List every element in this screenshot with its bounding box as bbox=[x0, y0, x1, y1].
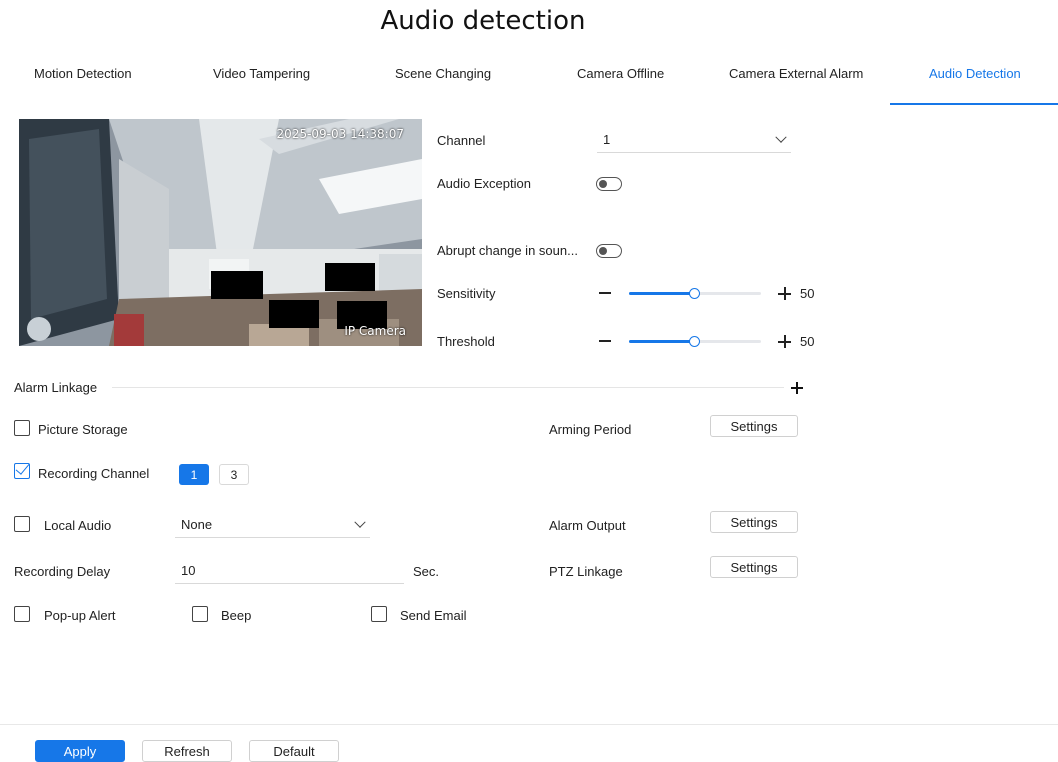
threshold-decrease-button[interactable] bbox=[599, 340, 611, 342]
default-button[interactable]: Default bbox=[249, 740, 339, 762]
sensitivity-decrease-button[interactable] bbox=[599, 292, 611, 294]
ptz-linkage-settings-button[interactable]: Settings bbox=[710, 556, 798, 578]
refresh-button[interactable]: Refresh bbox=[142, 740, 232, 762]
osd-camera-name: IP Camera bbox=[344, 324, 406, 338]
alarm-output-settings-button[interactable]: Settings bbox=[710, 511, 798, 533]
threshold-increase-button[interactable] bbox=[778, 335, 791, 348]
alarm-linkage-title: Alarm Linkage bbox=[14, 380, 98, 395]
recording-channel-chip-1[interactable]: 1 bbox=[179, 464, 209, 485]
privacy-mask bbox=[269, 300, 319, 328]
page-title: Audio detection bbox=[380, 6, 586, 36]
camera-preview: 2025-09-03 14:38:07 IP Camera bbox=[19, 119, 422, 346]
sensitivity-slider[interactable] bbox=[629, 288, 761, 299]
tab-audio-detection[interactable]: Audio Detection bbox=[929, 66, 1021, 81]
popup-alert-label: Pop-up Alert bbox=[44, 608, 116, 623]
send-email-checkbox[interactable] bbox=[371, 606, 387, 622]
sensitivity-label: Sensitivity bbox=[437, 286, 496, 301]
recording-delay-value: 10 bbox=[181, 563, 196, 578]
tab-video-tampering[interactable]: Video Tampering bbox=[213, 66, 310, 81]
threshold-label: Threshold bbox=[437, 334, 495, 349]
alarm-output-label: Alarm Output bbox=[549, 518, 626, 533]
active-tab-indicator bbox=[890, 103, 1058, 105]
arming-period-label: Arming Period bbox=[549, 422, 632, 437]
local-audio-label: Local Audio bbox=[44, 518, 112, 533]
beep-label: Beep bbox=[221, 608, 252, 623]
picture-storage-checkbox[interactable] bbox=[14, 420, 30, 436]
ptz-linkage-label: PTZ Linkage bbox=[549, 564, 623, 579]
apply-button[interactable]: Apply bbox=[35, 740, 125, 762]
footer-divider bbox=[0, 724, 1058, 725]
threshold-slider[interactable] bbox=[629, 336, 761, 347]
recording-delay-label: Recording Delay bbox=[14, 564, 111, 579]
chevron-down-icon bbox=[775, 131, 787, 143]
recording-channel-checkbox[interactable] bbox=[14, 463, 30, 479]
channel-label: Channel bbox=[437, 133, 486, 148]
tab-motion-detection[interactable]: Motion Detection bbox=[34, 66, 132, 81]
alarm-linkage-divider bbox=[112, 387, 784, 388]
abrupt-change-toggle[interactable] bbox=[596, 244, 622, 258]
picture-storage-label: Picture Storage bbox=[38, 422, 128, 437]
beep-checkbox[interactable] bbox=[192, 606, 208, 622]
threshold-value: 50 bbox=[800, 334, 815, 349]
tab-bar: Motion Detection Video Tampering Scene C… bbox=[0, 56, 1058, 105]
recording-channel-label: Recording Channel bbox=[38, 466, 150, 481]
sensitivity-slider-fill bbox=[629, 292, 695, 295]
osd-timestamp: 2025-09-03 14:38:07 bbox=[276, 127, 404, 141]
tab-camera-external-alarm[interactable]: Camera External Alarm bbox=[729, 66, 863, 81]
channel-select[interactable]: 1 bbox=[597, 127, 791, 153]
audio-exception-label: Audio Exception bbox=[437, 176, 531, 191]
abrupt-change-label: Abrupt change in soun... bbox=[437, 243, 578, 258]
add-icon[interactable] bbox=[791, 382, 803, 394]
recording-channel-chip-3[interactable]: 3 bbox=[219, 464, 249, 485]
recording-delay-unit: Sec. bbox=[413, 564, 440, 579]
local-audio-select[interactable]: None bbox=[175, 512, 370, 538]
threshold-slider-fill bbox=[629, 340, 695, 343]
popup-alert-checkbox[interactable] bbox=[14, 606, 30, 622]
local-audio-checkbox[interactable] bbox=[14, 516, 30, 532]
tab-camera-offline[interactable]: Camera Offline bbox=[577, 66, 664, 81]
send-email-label: Send Email bbox=[400, 608, 467, 623]
local-audio-select-value: None bbox=[181, 517, 213, 532]
audio-exception-toggle[interactable] bbox=[596, 177, 622, 191]
arming-period-settings-button[interactable]: Settings bbox=[710, 415, 798, 437]
recording-delay-input[interactable]: 10 bbox=[175, 557, 404, 584]
privacy-mask bbox=[325, 263, 375, 291]
chevron-down-icon bbox=[354, 516, 366, 528]
privacy-mask bbox=[211, 271, 263, 299]
tab-scene-changing[interactable]: Scene Changing bbox=[395, 66, 491, 81]
sensitivity-value: 50 bbox=[800, 286, 815, 301]
channel-select-value: 1 bbox=[603, 132, 611, 147]
threshold-slider-handle[interactable] bbox=[689, 336, 700, 347]
sensitivity-slider-handle[interactable] bbox=[689, 288, 700, 299]
sensitivity-increase-button[interactable] bbox=[778, 287, 791, 300]
